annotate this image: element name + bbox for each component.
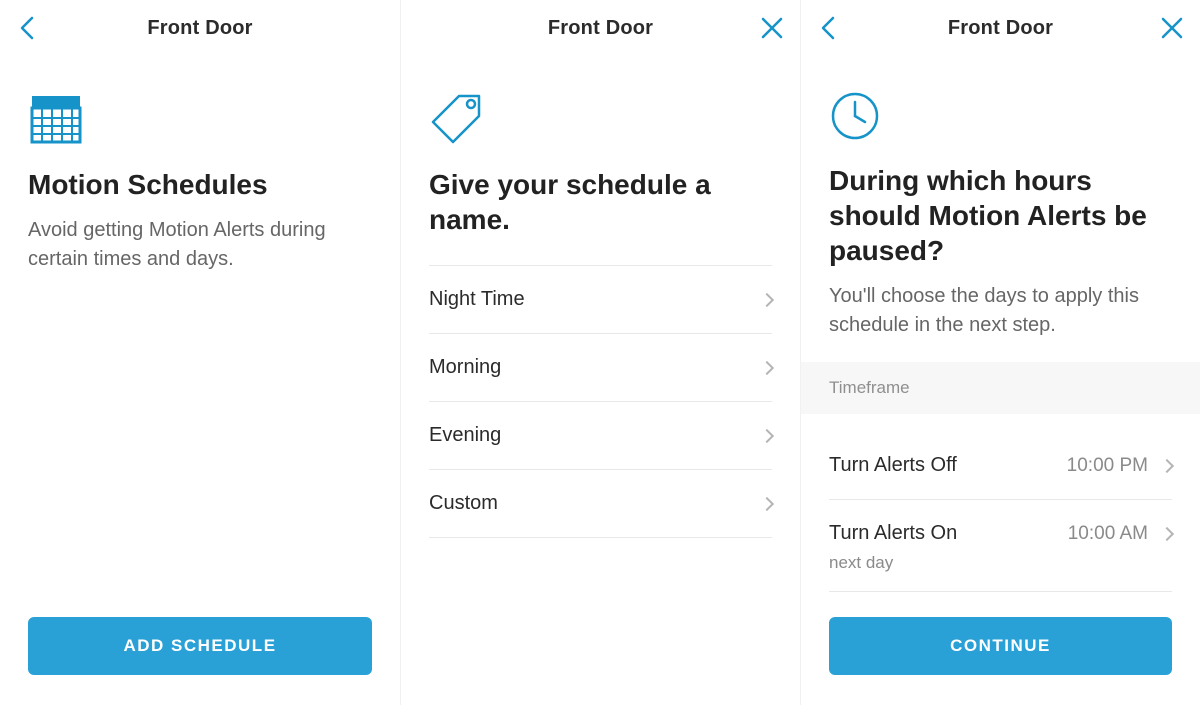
screen-choose-hours: Front Door During which hours should Mot…: [800, 0, 1200, 705]
chevron-right-icon: [1160, 458, 1174, 472]
add-schedule-button[interactable]: ADD SCHEDULE: [28, 617, 372, 675]
option-night-time[interactable]: Night Time: [429, 266, 772, 334]
page-title: Front Door: [147, 17, 252, 40]
row-value: 10:00 PM: [1067, 455, 1148, 477]
navbar: Front Door: [401, 0, 800, 56]
row-label: Turn Alerts On: [829, 522, 957, 545]
back-button[interactable]: [0, 0, 56, 56]
screen-overview: Front Door Motion Schedules Avoid gettin…: [0, 0, 400, 705]
section-timeframe-label: Timeframe: [801, 362, 1200, 414]
option-label: Custom: [429, 492, 498, 515]
navbar: Front Door: [801, 0, 1200, 56]
tag-icon: [429, 90, 772, 151]
subtext: You'll choose the days to apply this sch…: [829, 282, 1172, 340]
row-subtext: next day: [829, 553, 1172, 592]
row-turn-alerts-off[interactable]: Turn Alerts Off 10:00 PM: [829, 432, 1172, 500]
subtext: Avoid getting Motion Alerts during certa…: [28, 216, 372, 274]
back-button[interactable]: [801, 0, 857, 56]
row-label: Turn Alerts Off: [829, 454, 957, 477]
page-title: Front Door: [548, 17, 653, 40]
continue-button[interactable]: CONTINUE: [829, 617, 1172, 675]
chevron-right-icon: [760, 496, 774, 510]
option-label: Morning: [429, 356, 501, 379]
chevron-right-icon: [760, 428, 774, 442]
screen-name-schedule: Front Door Give your schedule a name. Ni…: [400, 0, 800, 705]
navbar: Front Door: [0, 0, 400, 56]
heading: Give your schedule a name.: [429, 167, 772, 237]
option-custom[interactable]: Custom: [429, 470, 772, 538]
option-morning[interactable]: Morning: [429, 334, 772, 402]
option-evening[interactable]: Evening: [429, 402, 772, 470]
heading: During which hours should Motion Alerts …: [829, 163, 1172, 268]
calendar-icon: [28, 90, 372, 151]
close-icon: [759, 15, 785, 41]
page-title: Front Door: [948, 17, 1053, 40]
option-label: Night Time: [429, 288, 525, 311]
chevron-right-icon: [760, 292, 774, 306]
close-button[interactable]: [744, 0, 800, 56]
chevron-right-icon: [1160, 526, 1174, 540]
clock-icon: [829, 90, 1172, 147]
heading: Motion Schedules: [28, 167, 372, 202]
close-button[interactable]: [1144, 0, 1200, 56]
option-label: Evening: [429, 424, 501, 447]
chevron-left-icon: [17, 14, 39, 42]
row-value: 10:00 AM: [1068, 523, 1148, 545]
chevron-right-icon: [760, 360, 774, 374]
chevron-left-icon: [818, 14, 840, 42]
close-icon: [1159, 15, 1185, 41]
